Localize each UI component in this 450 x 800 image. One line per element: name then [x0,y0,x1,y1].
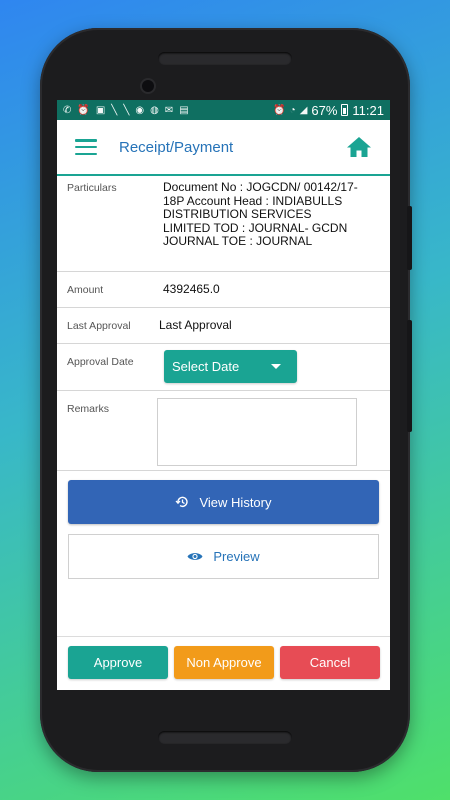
signal-icon: ◢ [299,104,308,116]
battery-percent: 67% [311,102,338,118]
media-icon: ▤ [179,104,189,116]
particulars-label: Particulars [67,182,117,194]
amount-label: Amount [67,283,104,296]
alarm-icon: ⏰ [273,104,286,116]
gallery-icon: ▣ [95,104,106,116]
wifi-icon: ◔ [289,104,296,116]
remarks-input[interactable] [157,398,357,466]
approve-button[interactable]: Approve [68,646,168,679]
preview-label: Preview [213,549,260,564]
last-approval-label: Last Approval [67,319,131,332]
whatsapp-icon: ✆ [63,104,72,116]
footer-divider [57,636,390,637]
particulars-value: Document No : JOGCDN/ 00142/17-18P Accou… [163,180,358,248]
message-icon: ◍ [150,104,159,116]
slash-icon: ╲ [111,104,118,116]
chevron-down-icon [271,364,281,369]
notification-icons: ✆ ⏰ ▣ ╲ ╲ ◉ ◍ ✉ ▤ [63,105,273,116]
non-approve-button[interactable]: Non Approve [174,646,274,679]
app-bar: Receipt/Payment [57,120,390,176]
rupee-icon: ◉ [135,104,145,116]
history-icon [175,496,189,508]
top-speaker [158,52,292,65]
slash-icon: ╲ [123,104,130,116]
last-approval-row: Last Approval Last Approval [57,308,390,344]
view-history-button[interactable]: View History [68,480,379,524]
clock: 11:21 [352,102,384,118]
action-bar: Approve Non Approve Cancel [68,646,380,679]
gmail-icon: ✉ [164,104,174,116]
last-approval-value: Last Approval [159,317,232,332]
menu-icon[interactable] [75,139,97,155]
approval-date-row: Approval Date Select Date [57,344,390,391]
amount-value: 4392465.0 [163,281,220,296]
cancel-button[interactable]: Cancel [280,646,380,679]
volume-button [407,206,412,270]
screen: ✆ ⏰ ▣ ╲ ╲ ◉ ◍ ✉ ▤ ⏰ ◔ ◢ 67% 11:21 Receip… [57,100,390,690]
status-right: ⏰ ◔ ◢ 67% 11:21 [273,103,384,118]
bottom-speaker [158,731,292,744]
select-date-text: Select Date [172,359,240,374]
status-bar: ✆ ⏰ ▣ ╲ ╲ ◉ ◍ ✉ ▤ ⏰ ◔ ◢ 67% 11:21 [57,100,390,120]
home-icon[interactable] [346,136,372,158]
amount-row: Amount 4392465.0 [57,272,390,308]
particulars-row: Particulars Document No : JOGCDN/ 00142/… [57,176,390,272]
preview-button[interactable]: Preview [68,534,379,579]
remarks-label: Remarks [67,403,110,415]
front-camera [142,80,154,92]
approval-date-label: Approval Date [67,356,134,368]
eye-icon [187,551,203,562]
alarm-icon: ⏰ [77,104,90,116]
remarks-row: Remarks [57,391,390,471]
view-history-label: View History [199,494,272,510]
battery-icon [341,104,349,116]
power-button [407,320,412,432]
page-title: Receipt/Payment [119,138,234,156]
select-date-dropdown[interactable]: Select Date [164,350,297,383]
